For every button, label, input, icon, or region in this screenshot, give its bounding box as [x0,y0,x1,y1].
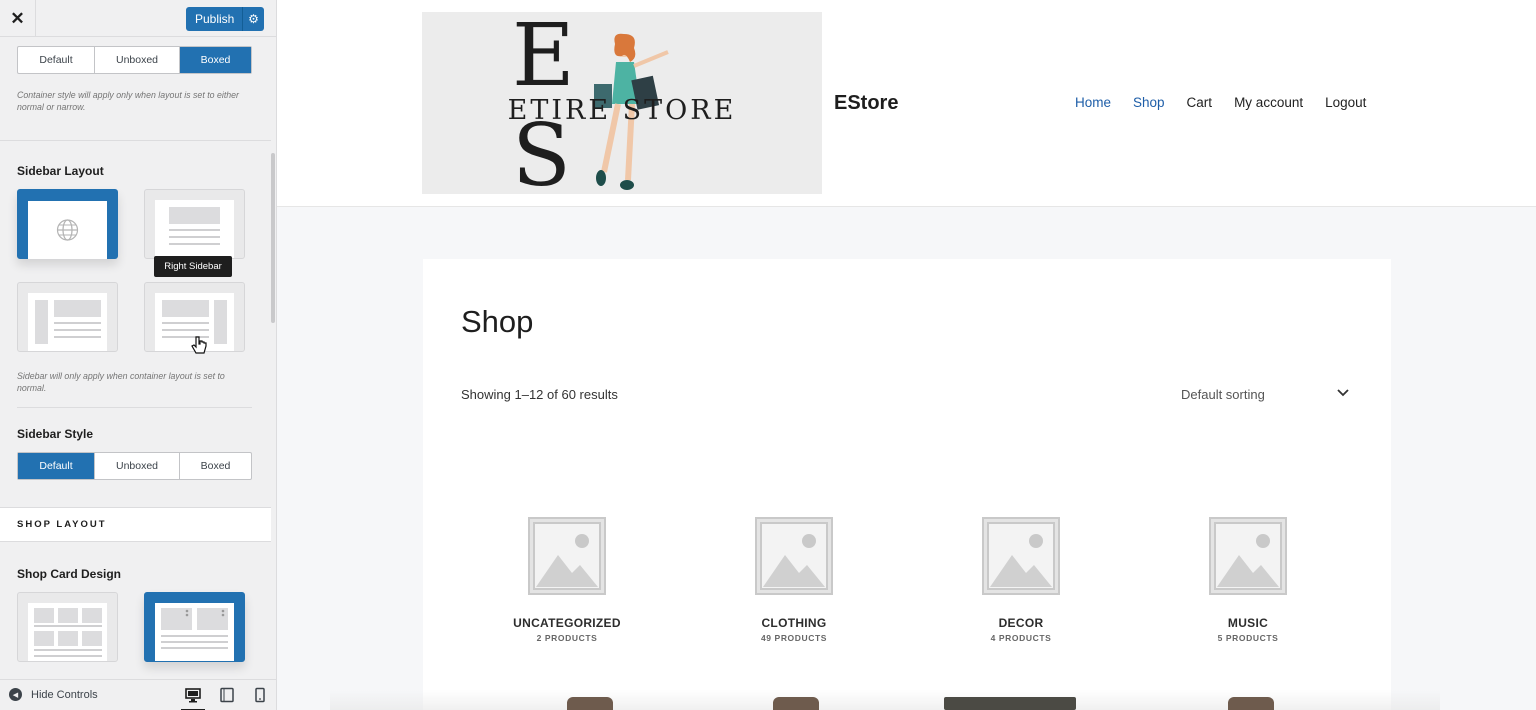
category-card[interactable]: DECOR 4 PRODUCTS [931,517,1111,643]
product-image-peek [773,697,819,710]
container-style-boxed[interactable]: Boxed [180,47,251,73]
chevron-down-icon [1337,389,1349,397]
hide-controls-button[interactable]: ◀ Hide Controls [9,688,98,701]
container-style-note: Container style will apply only when lay… [17,90,239,112]
customizer-panel: ✕ Publish ⚙ Default Unboxed Boxed Contai… [0,0,277,710]
category-name: DECOR [998,616,1044,630]
category-count: 5 PRODUCTS [1217,633,1279,643]
sorting-value: Default sorting [1181,386,1265,402]
container-style-control: Default Unboxed Boxed [17,46,252,74]
panel-header: ✕ Publish ⚙ [0,0,276,37]
section-divider [17,407,252,408]
sidebar-layout-heading: Sidebar Layout [17,164,104,178]
placeholder-image-icon [982,517,1060,595]
nav-cart[interactable]: Cart [1187,95,1213,110]
category-count: 49 PRODUCTS [760,633,828,643]
shop-layout-section[interactable]: SHOP LAYOUT [0,507,271,542]
layout-preview [155,200,234,258]
tooltip-right-sidebar: Right Sidebar [154,256,232,277]
placeholder-image-icon [755,517,833,595]
layout-left-icon [35,300,101,344]
nav-shop[interactable]: Shop [1133,95,1165,110]
sidebar-layout-note: Sidebar will only apply when container l… [17,371,225,393]
card-overlay-icon [161,608,228,649]
publish-button[interactable]: Publish ⚙ [186,7,264,31]
page-title: Shop [461,304,534,339]
desktop-icon [185,688,201,703]
nav-logout[interactable]: Logout [1325,95,1366,110]
sidebar-layout-default[interactable] [17,189,118,259]
sidebar-layout-left[interactable] [17,282,118,352]
category-count: 4 PRODUCTS [990,633,1052,643]
category-name: CLOTHING [761,616,827,630]
nav-home[interactable]: Home [1075,95,1111,110]
sidebar-style-default[interactable]: Default [18,453,95,479]
panel-scrollbar[interactable] [271,153,275,323]
close-customizer-button[interactable]: ✕ [0,0,36,37]
globe-icon [56,219,79,241]
layout-preview [28,293,107,351]
publish-label: Publish [195,12,235,26]
sidebar-layout-right[interactable] [144,189,245,259]
site-logo[interactable]: E S ETIRE STORE [422,12,822,194]
section-divider [0,140,271,141]
layout-preview [28,201,107,259]
site-header: E S ETIRE STORE EStore Home Shop Cart My… [277,0,1536,207]
container-style-unboxed[interactable]: Unboxed [95,47,180,73]
arrow-left-icon: ◀ [9,688,22,701]
container-style-default[interactable]: Default [18,47,95,73]
main-navigation: Home Shop Cart My account Logout [1075,95,1388,110]
shop-content: Shop Showing 1–12 of 60 results Default … [423,259,1391,710]
hand-cursor-icon [191,336,207,354]
tablet-preview-button[interactable] [219,687,235,703]
sidebar-style-unboxed[interactable]: Unboxed [95,453,180,479]
sidebar-style-boxed[interactable]: Boxed [180,453,251,479]
card-grid-icon [34,608,102,657]
tablet-icon [220,687,234,703]
site-title[interactable]: EStore [834,92,898,115]
sidebar-style-heading: Sidebar Style [17,427,94,441]
logo-store-text: ETIRE STORE [507,95,737,126]
category-count: 2 PRODUCTS [536,633,598,643]
gear-icon[interactable]: ⚙ [242,7,264,31]
mobile-preview-button[interactable] [252,687,268,703]
placeholder-image-icon [1209,517,1287,595]
sorting-select[interactable]: Default sorting [1181,383,1351,405]
placeholder-image-icon [528,517,606,595]
mobile-icon [255,687,265,703]
category-card[interactable]: CLOTHING 49 PRODUCTS [704,517,884,643]
desktop-preview-button[interactable] [181,687,205,710]
result-count: Showing 1–12 of 60 results [461,387,618,402]
category-card[interactable]: MUSIC 5 PRODUCTS [1158,517,1338,643]
product-image-peek [1228,697,1274,710]
hide-controls-label: Hide Controls [31,688,98,701]
layout-right-icon [169,207,220,245]
layout-preview [155,603,234,661]
product-image-peek [567,697,613,710]
category-card[interactable]: UNCATEGORIZED 2 PRODUCTS [477,517,657,643]
shop-card-design-heading: Shop Card Design [17,567,122,581]
category-name: MUSIC [1227,616,1269,630]
panel-footer: ◀ Hide Controls [0,679,276,710]
shop-card-design-grid[interactable] [17,592,118,662]
sidebar-style-control: Default Unboxed Boxed [17,452,252,480]
shop-card-design-overlay[interactable] [144,592,245,662]
layout-preview [28,603,107,661]
nav-my-account[interactable]: My account [1234,95,1303,110]
product-image-peek [944,697,1076,710]
category-name: UNCATEGORIZED [513,616,621,630]
